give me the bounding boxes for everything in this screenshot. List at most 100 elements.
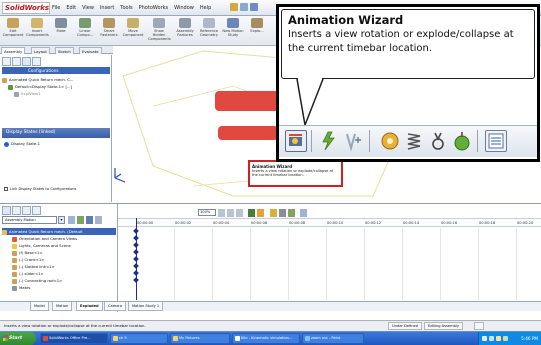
results-plots-icon[interactable] xyxy=(300,209,307,217)
menu-help[interactable]: Help xyxy=(200,3,211,13)
tree-item-motion-assembly[interactable]: Animated Quick Return mech. (Default xyxy=(2,228,116,235)
tab-camera[interactable]: Camera xyxy=(104,302,127,311)
gravity-icon[interactable] xyxy=(288,209,295,217)
feature-tree-tab-icon[interactable] xyxy=(2,57,11,66)
add-update-key-icon[interactable] xyxy=(341,130,363,152)
motion-tab-icon-3[interactable] xyxy=(22,206,31,215)
stop-icon[interactable] xyxy=(86,216,93,224)
insert-components-button[interactable]: Insert Components xyxy=(26,18,49,44)
tree-item-base[interactable]: (f) Base<1> xyxy=(2,249,116,256)
tab-motion-study-1[interactable]: Motion Study 1 xyxy=(128,302,164,311)
task-my-pictures[interactable]: My Pictures xyxy=(170,333,230,344)
link-display-states-checkbox[interactable]: Link Display States to Configurations xyxy=(4,186,112,193)
start-button[interactable]: Start xyxy=(0,332,36,345)
menu-photoworks[interactable]: PhotoWorks xyxy=(139,3,169,13)
assembly-features-button[interactable]: Assembly Features xyxy=(174,18,196,44)
edit-component-button[interactable]: Edit Component xyxy=(2,18,24,44)
menu-insert[interactable]: Insert xyxy=(100,3,114,13)
help-icon[interactable] xyxy=(474,322,484,330)
task-paint[interactable]: zoom out - Paint xyxy=(302,333,364,344)
contact-icon[interactable] xyxy=(427,130,449,152)
linear-component-pattern-button[interactable]: Linear Compo... xyxy=(74,18,96,44)
keypoint[interactable] xyxy=(133,256,139,262)
reference-geometry-button[interactable]: Reference Geometry xyxy=(198,18,220,44)
solidworks-logo: SolidWorks xyxy=(2,2,50,14)
task-solidworks[interactable]: SolidWorks Office Pre... xyxy=(40,333,108,344)
timeline-zoom-field[interactable]: 100% xyxy=(198,209,216,216)
add-key-icon[interactable] xyxy=(257,209,264,217)
new-document-icon[interactable] xyxy=(230,3,238,11)
calculate-icon[interactable] xyxy=(68,216,75,224)
motor-icon[interactable] xyxy=(270,209,277,217)
motion-tab-icon-2[interactable] xyxy=(12,206,21,215)
save-icon[interactable] xyxy=(250,3,258,11)
tab-motion[interactable]: Motion xyxy=(52,302,73,311)
network-icon[interactable] xyxy=(482,336,487,341)
tree-item-connecting-rod[interactable]: (-) Connecting rod<1> xyxy=(2,277,116,284)
tree-item-default-config[interactable]: Default<Display State-1> [...] xyxy=(2,83,110,90)
chevron-down-icon[interactable]: ▾ xyxy=(58,216,65,224)
results-and-plots-icon[interactable] xyxy=(485,130,507,152)
tree-item-slotted-link[interactable]: (-) Slotted link<1> xyxy=(2,263,116,270)
tree-item-mates[interactable]: Mates xyxy=(2,284,116,291)
motion-tab-icon-4[interactable] xyxy=(32,206,41,215)
tab-model[interactable]: Model xyxy=(30,302,49,311)
tree-item-assembly[interactable]: Animated Quick Return mech. C... xyxy=(2,76,110,83)
menu-file[interactable]: File xyxy=(52,3,60,13)
security-icon[interactable] xyxy=(496,336,501,341)
keypoint[interactable] xyxy=(133,242,139,248)
open-document-icon[interactable] xyxy=(240,3,248,11)
menu-edit[interactable]: Edit xyxy=(66,3,76,13)
play-icon[interactable] xyxy=(77,216,84,224)
tree-item-exploded-view[interactable]: ExplView1 xyxy=(2,90,110,97)
zoom-to-fit-icon[interactable] xyxy=(218,209,225,217)
task-ch9[interactable]: ch 9 xyxy=(110,333,168,344)
spring-icon[interactable] xyxy=(403,130,425,152)
exploded-view-icon xyxy=(251,18,263,28)
motor-icon[interactable] xyxy=(379,130,401,152)
tray-app-icon[interactable] xyxy=(503,336,508,341)
tree-item-crank[interactable]: (-) Crank<1> xyxy=(2,256,116,263)
move-component-button[interactable]: Move Component xyxy=(122,18,144,44)
study-type-select[interactable]: Assembly Motion xyxy=(2,216,57,224)
zoom-out-icon[interactable] xyxy=(236,209,243,217)
smart-fasteners-button[interactable]: Smart Fasteners xyxy=(98,18,120,44)
tab-evaluate[interactable]: Evaluate xyxy=(79,47,102,54)
animation-wizard-icon[interactable] xyxy=(285,130,307,152)
keypoint[interactable] xyxy=(133,270,139,276)
autokey-icon[interactable] xyxy=(248,209,255,217)
property-manager-tab-icon[interactable] xyxy=(12,57,21,66)
mate-button[interactable]: Mate xyxy=(50,18,72,44)
keypoint[interactable] xyxy=(133,228,139,234)
tab-layout[interactable]: Layout xyxy=(31,47,50,54)
timeline[interactable]: 100% 00:00:00 00:00:02 00:00:04 00:00:06… xyxy=(118,204,541,300)
configuration-manager-tab-icon[interactable] xyxy=(22,57,31,66)
keypoint[interactable] xyxy=(133,263,139,269)
gravity-icon[interactable] xyxy=(451,130,473,152)
keypoint[interactable] xyxy=(133,235,139,241)
dimxpert-tab-icon[interactable] xyxy=(32,57,41,66)
tab-sketch[interactable]: Sketch xyxy=(55,47,74,54)
keypoint[interactable] xyxy=(133,277,139,283)
new-motion-study-button[interactable]: New Motion Study xyxy=(222,18,244,44)
menu-tools[interactable]: Tools xyxy=(120,3,132,13)
spring-icon[interactable] xyxy=(279,209,286,217)
tab-exploded[interactable]: Exploded xyxy=(76,302,103,311)
tree-item-lights[interactable]: Lights, Cameras and Scene xyxy=(2,242,116,249)
menu-view[interactable]: View xyxy=(82,3,94,13)
tree-item-slider[interactable]: (-) slider<1> xyxy=(2,270,116,277)
show-hidden-components-button[interactable]: Show Hidden Components xyxy=(148,18,171,44)
timeline-ruler[interactable]: 00:00:00 00:00:02 00:00:04 00:00:06 00:0… xyxy=(118,218,541,227)
keypoint[interactable] xyxy=(133,249,139,255)
autokey-icon[interactable] xyxy=(317,130,339,152)
playback-mode-icon[interactable] xyxy=(95,216,102,224)
task-kilo-kinematic[interactable]: Kilo - Kinematic simulation... xyxy=(232,333,300,344)
volume-icon[interactable] xyxy=(489,336,494,341)
motion-tab-icon-1[interactable] xyxy=(2,206,11,215)
tree-item-orientation[interactable]: Orientation and Camera Views xyxy=(2,235,116,242)
tab-assembly[interactable]: Assembly xyxy=(1,47,26,54)
exploded-view-button[interactable]: Explo... xyxy=(246,18,268,44)
menu-window[interactable]: Window xyxy=(174,3,194,13)
display-state-item[interactable]: Display State-1 xyxy=(4,140,40,147)
zoom-in-icon[interactable] xyxy=(227,209,234,217)
